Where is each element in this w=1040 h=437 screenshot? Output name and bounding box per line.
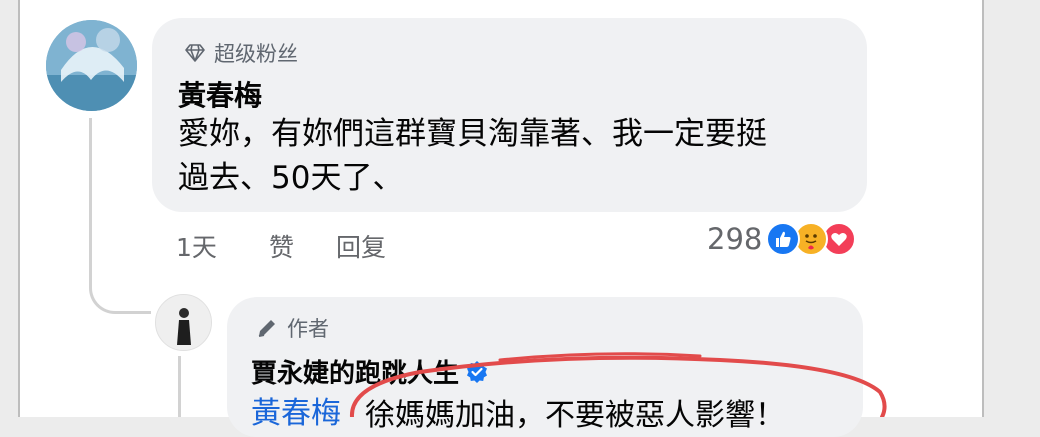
like-reaction-icon: [766, 222, 801, 256]
annotation-highlight: [349, 352, 887, 417]
